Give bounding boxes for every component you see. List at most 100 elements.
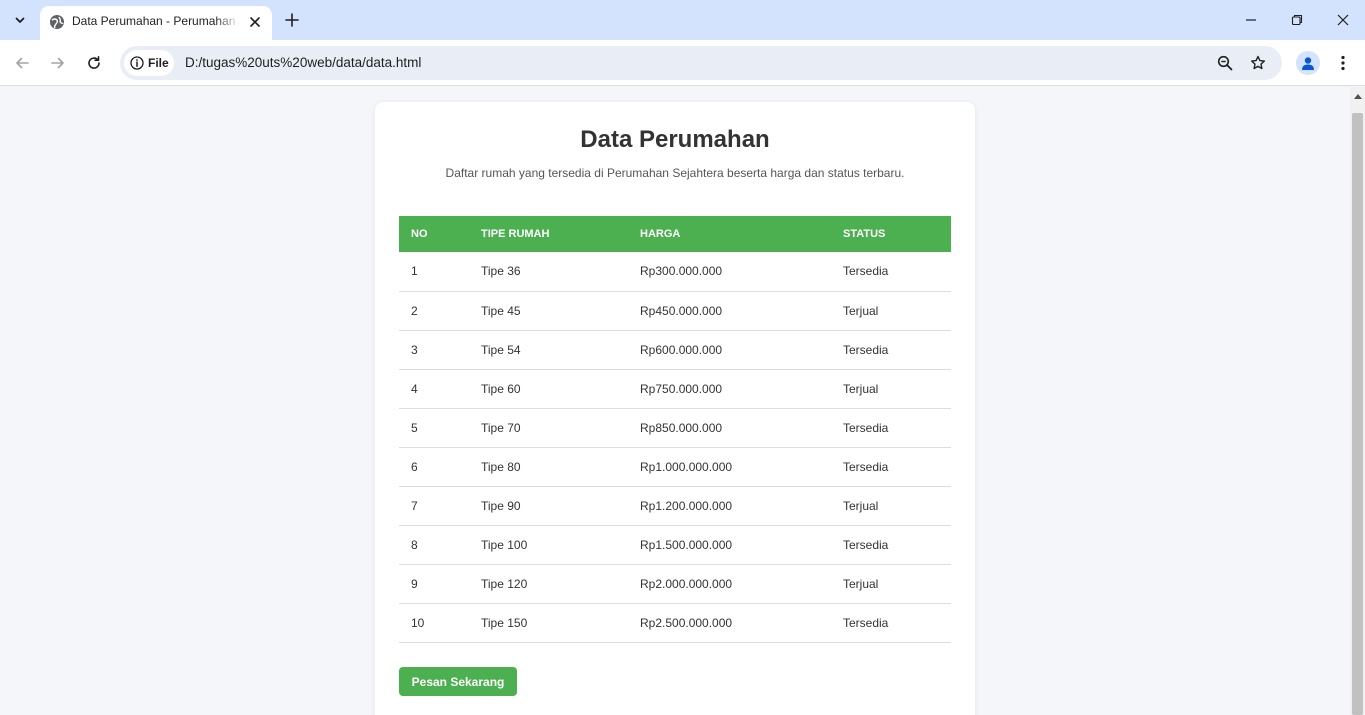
cell-tipe: Tipe 100: [469, 525, 628, 565]
cell-no: 1: [399, 252, 469, 292]
cell-tipe: Tipe 80: [469, 447, 628, 487]
header-status: Status: [831, 216, 951, 252]
close-icon: [1337, 14, 1349, 26]
minimize-button[interactable]: [1239, 8, 1263, 32]
cell-harga: Rp850.000.000: [628, 408, 831, 448]
close-icon: [250, 17, 260, 27]
tab-close-button[interactable]: [246, 13, 264, 31]
cell-no: 10: [399, 603, 469, 643]
cell-no: 4: [399, 369, 469, 409]
more-vertical-icon: [1341, 55, 1345, 71]
cell-tipe: Tipe 60: [469, 369, 628, 409]
housing-table: No Tipe Rumah Harga Status 1 Tipe 36 Rp3…: [399, 216, 951, 643]
restore-button[interactable]: [1285, 8, 1309, 32]
info-icon: [130, 56, 144, 70]
forward-button[interactable]: [46, 51, 70, 75]
cell-harga: Rp1.200.000.000: [628, 486, 831, 526]
cell-status: Tersedia: [831, 525, 951, 565]
cell-no: 3: [399, 330, 469, 370]
table-row: 6 Tipe 80 Rp1.000.000.000 Tersedia: [399, 447, 951, 487]
cell-tipe: Tipe 150: [469, 603, 628, 643]
cell-harga: Rp2.000.000.000: [628, 564, 831, 604]
scroll-thumb[interactable]: [1352, 113, 1363, 715]
address-bar[interactable]: File D:/tugas%20uts%20web/data/data.html: [120, 46, 1282, 80]
table-row: 3 Tipe 54 Rp600.000.000 Tersedia: [399, 330, 951, 370]
site-info-label: File: [148, 56, 169, 70]
new-tab-button[interactable]: [282, 10, 302, 30]
cell-status: Tersedia: [831, 408, 951, 448]
cell-harga: Rp1.000.000.000: [628, 447, 831, 487]
restore-icon: [1291, 14, 1303, 26]
cell-tipe: Tipe 54: [469, 330, 628, 370]
cell-status: Terjual: [831, 369, 951, 409]
cell-status: Tersedia: [831, 447, 951, 487]
cell-status: Tersedia: [831, 330, 951, 370]
table-row: 4 Tipe 60 Rp750.000.000 Terjual: [399, 369, 951, 409]
bookmark-button[interactable]: [1248, 53, 1268, 73]
table-row: 8 Tipe 100 Rp1.500.000.000 Tersedia: [399, 525, 951, 565]
tab-title: Data Perumahan - Perumahan Sejahtera: [72, 14, 240, 28]
url-text[interactable]: D:/tugas%20uts%20web/data/data.html: [185, 55, 421, 70]
header-tipe-rumah: Tipe Rumah: [469, 216, 628, 252]
cell-harga: Rp750.000.000: [628, 369, 831, 409]
page-scrollbar[interactable]: [1350, 87, 1365, 715]
cell-no: 7: [399, 486, 469, 526]
profile-avatar-icon: [1302, 57, 1314, 70]
zoom-button[interactable]: [1215, 53, 1235, 73]
table-row: 1 Tipe 36 Rp300.000.000 Tersedia: [399, 252, 951, 292]
cell-tipe: Tipe 120: [469, 564, 628, 604]
cell-harga: Rp300.000.000: [628, 252, 831, 292]
cell-status: Terjual: [831, 486, 951, 526]
profile-button[interactable]: [1296, 51, 1320, 75]
reload-button[interactable]: [82, 51, 106, 75]
cell-tipe: Tipe 36: [469, 252, 628, 292]
chevron-down-icon: [15, 17, 25, 23]
cell-status: Terjual: [831, 291, 951, 331]
site-info-chip[interactable]: File: [124, 50, 174, 76]
cell-status: Terjual: [831, 564, 951, 604]
plus-icon: [285, 13, 299, 27]
zoom-out-icon: [1217, 55, 1233, 71]
browser-toolbar: File D:/tugas%20uts%20web/data/data.html: [0, 40, 1365, 86]
tab-strip: Data Perumahan - Perumahan Sejahtera: [0, 0, 1365, 40]
cell-harga: Rp600.000.000: [628, 330, 831, 370]
table-row: 2 Tipe 45 Rp450.000.000 Terjual: [399, 291, 951, 331]
triangle-up-icon: [1353, 93, 1362, 99]
order-now-button[interactable]: Pesan Sekarang: [399, 667, 517, 696]
cell-no: 2: [399, 291, 469, 331]
star-icon: [1251, 55, 1265, 70]
cell-tipe: Tipe 90: [469, 486, 628, 526]
globe-icon: [50, 15, 64, 29]
cell-harga: Rp450.000.000: [628, 291, 831, 331]
table-row: 7 Tipe 90 Rp1.200.000.000 Terjual: [399, 486, 951, 526]
cell-status: Tersedia: [831, 603, 951, 643]
arrow-right-icon: [51, 57, 64, 69]
cell-tipe: Tipe 45: [469, 291, 628, 331]
back-button[interactable]: [10, 51, 34, 75]
page-description: Daftar rumah yang tersedia di Perumahan …: [445, 166, 905, 180]
table-row: 9 Tipe 120 Rp2.000.000.000 Terjual: [399, 564, 951, 604]
reload-icon: [88, 56, 100, 69]
browser-menu-button[interactable]: [1335, 51, 1351, 75]
cell-no: 6: [399, 447, 469, 487]
cell-harga: Rp1.500.000.000: [628, 525, 831, 565]
header-harga: Harga: [628, 216, 831, 252]
scroll-up-button[interactable]: [1350, 87, 1365, 104]
cell-no: 5: [399, 408, 469, 448]
page-title: Data Perumahan: [580, 126, 770, 153]
cell-no: 8: [399, 525, 469, 565]
table-row: 5 Tipe 70 Rp850.000.000 Tersedia: [399, 408, 951, 448]
cell-no: 9: [399, 564, 469, 604]
arrow-left-icon: [16, 57, 29, 69]
close-window-button[interactable]: [1331, 8, 1355, 32]
table-row: 10 Tipe 150 Rp2.500.000.000 Tersedia: [399, 603, 951, 643]
minimize-icon: [1246, 19, 1256, 21]
cell-harga: Rp2.500.000.000: [628, 603, 831, 643]
tab-search-button[interactable]: [8, 8, 32, 32]
browser-tab-active[interactable]: Data Perumahan - Perumahan Sejahtera: [40, 6, 272, 40]
cell-status: Tersedia: [831, 252, 951, 292]
content-card: Data Perumahan Daftar rumah yang tersedi…: [375, 102, 975, 715]
cell-tipe: Tipe 70: [469, 408, 628, 448]
header-no: No: [399, 216, 469, 252]
table-header-row: No Tipe Rumah Harga Status: [399, 216, 951, 252]
